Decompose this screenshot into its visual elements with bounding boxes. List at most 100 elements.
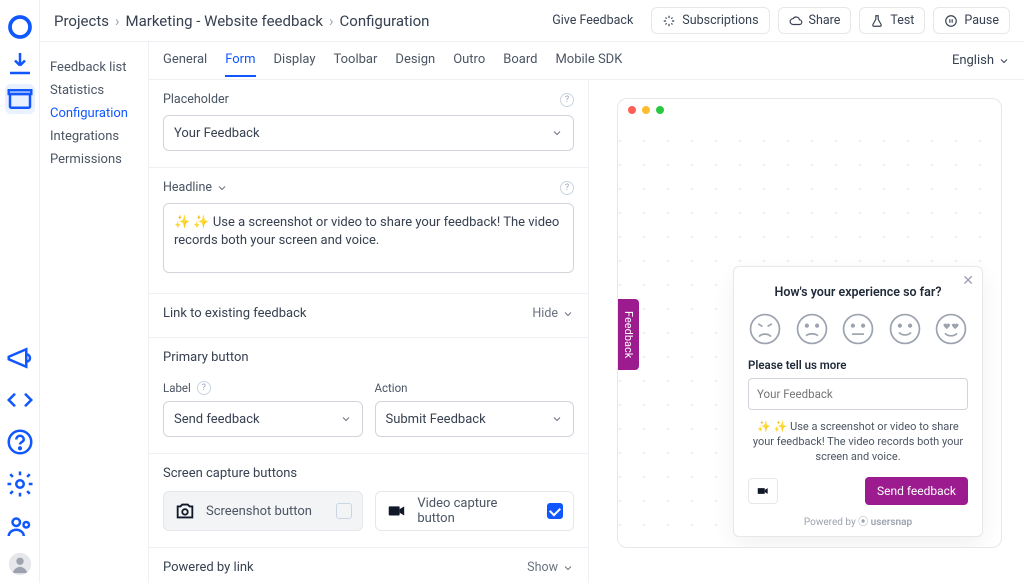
- sidenav: Feedback list Statistics Configuration I…: [40, 42, 148, 583]
- powered-title: Powered by link: [163, 560, 254, 575]
- tab-outro[interactable]: Outro: [453, 52, 485, 77]
- link-section-title: Link to existing feedback: [163, 306, 307, 321]
- test-button[interactable]: Test: [859, 7, 925, 34]
- chevron-right-icon: ›: [329, 12, 334, 30]
- share-label: Share: [809, 13, 841, 28]
- video-icon: [755, 484, 771, 498]
- archive-icon[interactable]: [5, 84, 35, 114]
- sidenav-feedback-list[interactable]: Feedback list: [50, 56, 138, 79]
- pause-button[interactable]: Pause: [933, 7, 1010, 34]
- placeholder-value: Your Feedback: [174, 126, 260, 141]
- face-love-icon[interactable]: [934, 312, 968, 346]
- sidenav-statistics[interactable]: Statistics: [50, 79, 138, 102]
- headline-label: Headline: [163, 180, 212, 195]
- face-angry-icon[interactable]: [748, 312, 782, 346]
- download-icon[interactable]: [5, 48, 35, 78]
- feedback-widget: ✕ How's your experience so far? Please: [733, 266, 983, 537]
- placeholder-select[interactable]: Your Feedback: [163, 115, 574, 151]
- sparkle-icon: [662, 14, 676, 28]
- link-section-toggle[interactable]: Hide: [532, 306, 574, 321]
- browser-preview: Feedback ✕ How's your experience so far?: [617, 98, 1002, 548]
- chevron-down-icon[interactable]: [216, 182, 228, 194]
- link-section-toggle-label: Hide: [532, 306, 558, 321]
- face-sad-icon[interactable]: [795, 312, 829, 346]
- primary-action-value: Submit Feedback: [386, 412, 486, 427]
- topbar: Projects › Marketing - Website feedback …: [40, 0, 1024, 42]
- crumb-page: Configuration: [340, 12, 430, 30]
- browser-chrome: [618, 99, 1001, 121]
- face-happy-icon[interactable]: [888, 312, 922, 346]
- language-select[interactable]: English: [952, 53, 1010, 68]
- primary-action-label: Action: [375, 381, 408, 395]
- video-icon: [386, 500, 408, 522]
- tab-mobile-sdk[interactable]: Mobile SDK: [555, 52, 622, 77]
- sidenav-configuration[interactable]: Configuration: [50, 102, 138, 125]
- team-icon[interactable]: [5, 511, 35, 541]
- primary-label-value: Send feedback: [174, 412, 260, 427]
- tab-general[interactable]: General: [163, 52, 207, 77]
- flask-icon: [870, 14, 884, 28]
- chevron-down-icon: [562, 308, 574, 320]
- help-icon[interactable]: ?: [560, 181, 574, 195]
- chevron-right-icon: ›: [115, 12, 120, 30]
- chevron-down-icon: [340, 413, 352, 425]
- tab-toolbar[interactable]: Toolbar: [334, 52, 378, 77]
- widget-title: How's your experience so far?: [748, 285, 968, 300]
- pause-icon: [944, 14, 958, 28]
- share-button[interactable]: Share: [778, 7, 852, 34]
- screenshot-label: Screenshot button: [206, 504, 312, 519]
- chevron-down-icon: [562, 562, 574, 574]
- primary-action-select[interactable]: Submit Feedback: [375, 401, 575, 437]
- close-icon[interactable]: ✕: [962, 273, 974, 289]
- tab-design[interactable]: Design: [395, 52, 435, 77]
- preview-column: Feedback ✕ How's your experience so far?: [589, 80, 1024, 583]
- primary-button-title: Primary button: [163, 350, 574, 365]
- subscriptions-button[interactable]: Subscriptions: [651, 7, 769, 34]
- video-label: Video capture button: [417, 496, 537, 526]
- powered-toggle[interactable]: Show: [527, 560, 574, 575]
- help-icon[interactable]: ?: [560, 93, 574, 107]
- video-button-option[interactable]: Video capture button: [375, 491, 575, 531]
- help-icon[interactable]: [5, 427, 35, 457]
- avatar[interactable]: [9, 553, 31, 575]
- primary-label-label: Label: [163, 381, 191, 395]
- widget-subtitle: Please tell us more: [748, 358, 968, 372]
- code-icon[interactable]: [5, 385, 35, 415]
- placeholder-label: Placeholder: [163, 92, 229, 107]
- feedback-side-tab[interactable]: Feedback: [618, 299, 639, 370]
- rating-faces: [748, 312, 968, 346]
- cloud-icon: [789, 14, 803, 28]
- screen-capture-title: Screen capture buttons: [163, 466, 574, 481]
- pause-label: Pause: [964, 13, 999, 28]
- gear-icon[interactable]: [5, 469, 35, 499]
- traffic-light-green: [656, 106, 664, 114]
- chevron-down-icon: [551, 127, 563, 139]
- widget-send-button[interactable]: Send feedback: [865, 477, 968, 505]
- face-neutral-icon[interactable]: [841, 312, 875, 346]
- crumb-projects[interactable]: Projects: [54, 12, 109, 30]
- headline-input[interactable]: [163, 203, 574, 273]
- powered-toggle-label: Show: [527, 560, 558, 575]
- widget-help: ✨ ✨ Use a screenshot or video to share y…: [748, 420, 968, 465]
- crumb-project[interactable]: Marketing - Website feedback: [126, 12, 323, 30]
- chevron-down-icon: [998, 55, 1010, 67]
- logo-icon[interactable]: [5, 12, 35, 42]
- give-feedback-button[interactable]: Give Feedback: [542, 8, 643, 33]
- camera-icon: [174, 500, 196, 522]
- primary-label-select[interactable]: Send feedback: [163, 401, 363, 437]
- traffic-light-yellow: [642, 106, 650, 114]
- screenshot-button-option[interactable]: Screenshot button: [163, 491, 363, 531]
- sidenav-integrations[interactable]: Integrations: [50, 125, 138, 148]
- sidenav-permissions[interactable]: Permissions: [50, 148, 138, 171]
- tab-board[interactable]: Board: [503, 52, 537, 77]
- tab-form[interactable]: Form: [225, 52, 255, 77]
- tab-display[interactable]: Display: [274, 52, 316, 77]
- video-checkbox[interactable]: [547, 503, 563, 519]
- widget-input[interactable]: [748, 378, 968, 410]
- megaphone-icon[interactable]: [5, 343, 35, 373]
- help-icon[interactable]: ?: [197, 381, 211, 395]
- screenshot-checkbox[interactable]: [336, 503, 352, 519]
- widget-video-button[interactable]: [748, 478, 778, 504]
- widget-powered: Powered by ⦿ usersnap: [748, 513, 968, 528]
- test-label: Test: [890, 13, 914, 28]
